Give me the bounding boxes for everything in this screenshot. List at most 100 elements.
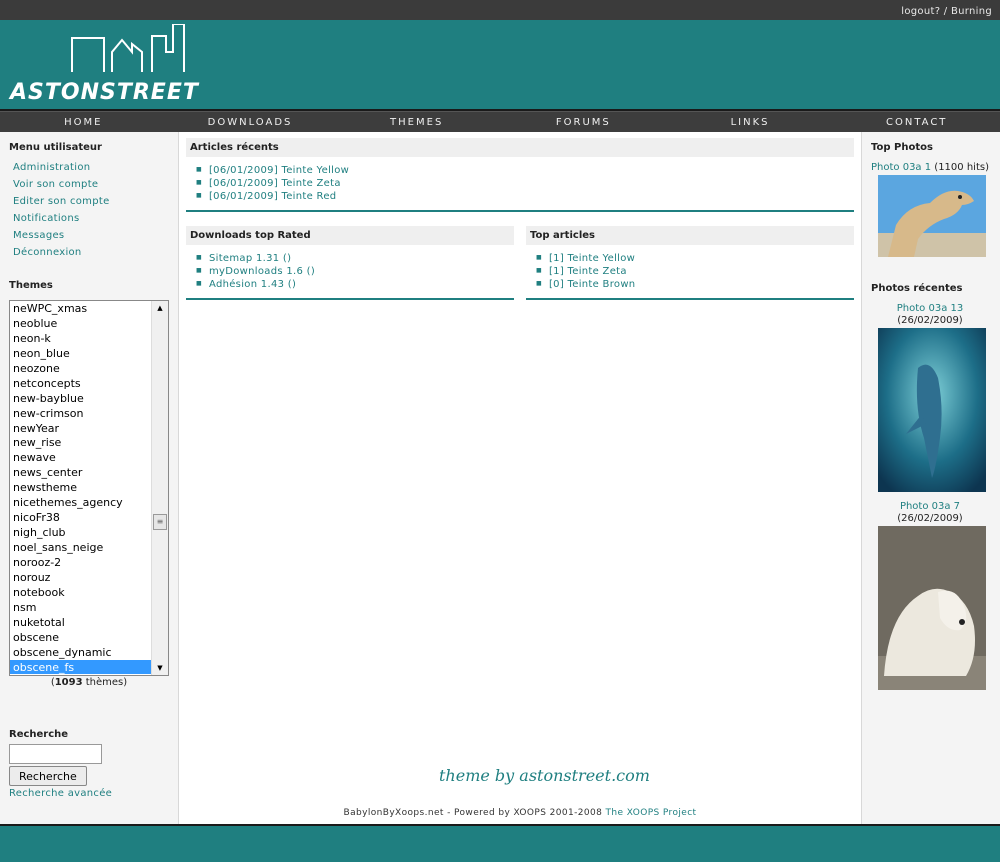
list-item[interactable]: [06/01/2009] Teinte Zeta (196, 178, 854, 191)
scroll-thumb[interactable]: ≡ (153, 514, 167, 530)
list-item[interactable]: [06/01/2009] Teinte Red (196, 191, 854, 204)
theme-option[interactable]: newave (10, 450, 168, 465)
theme-option[interactable]: newstheme (10, 480, 168, 495)
theme-option[interactable]: nicoFr38 (10, 510, 168, 525)
nav-links[interactable]: LINKS (667, 112, 834, 132)
recent-article-link[interactable]: [06/01/2009] Teinte Yellow (209, 165, 349, 176)
recent-photo-link[interactable]: Photo 03a 13 (897, 303, 963, 314)
recent-photo-link[interactable]: Photo 03a 7 (900, 501, 960, 512)
main-nav: HOME DOWNLOADS THEMES FORUMS LINKS CONTA… (0, 111, 1000, 132)
username-link[interactable]: Burning (951, 6, 992, 17)
nav-home[interactable]: HOME (0, 112, 167, 132)
theme-option[interactable]: nuketotal (10, 615, 168, 630)
nav-forums[interactable]: FORUMS (500, 112, 667, 132)
nav-contact[interactable]: CONTACT (833, 112, 1000, 132)
download-link[interactable]: Sitemap 1.31 () (209, 253, 291, 264)
recent-photo-date: (26/02/2009) (897, 315, 963, 326)
theme-option[interactable]: new-crimson (10, 406, 168, 421)
search-input[interactable] (9, 744, 102, 764)
recent-article-link[interactable]: [06/01/2009] Teinte Red (209, 191, 336, 202)
downloads-title: Downloads top Rated (186, 226, 514, 245)
search-button[interactable]: Recherche (9, 766, 87, 786)
top-photo-hits: (1100 hits) (934, 162, 989, 173)
theme-option[interactable]: neon_blue (10, 346, 168, 361)
recent-article-link[interactable]: [06/01/2009] Teinte Zeta (209, 178, 341, 189)
theme-option[interactable]: neozone (10, 361, 168, 376)
recent-photo-caption: Photo 03a 13 (26/02/2009) (871, 303, 989, 327)
themes-scrollbar[interactable]: ▲ ≡ ▼ (151, 301, 168, 675)
menu-notifications[interactable]: Notifications (13, 213, 178, 224)
scroll-up-icon[interactable]: ▲ (152, 301, 168, 315)
theme-option[interactable]: nicethemes_agency (10, 495, 168, 510)
themes-title: Themes (9, 280, 53, 291)
theme-option[interactable]: nigh_club (10, 525, 168, 540)
downloads-block: Downloads top Rated Sitemap 1.31 () myDo… (186, 226, 514, 300)
dolphin-photo[interactable] (878, 328, 986, 492)
top-articles-title: Top articles (526, 226, 854, 245)
theme-option[interactable]: nsm (10, 600, 168, 615)
theme-option[interactable]: newYear (10, 421, 168, 436)
user-menu: Administration Voir son compte Editer so… (9, 162, 178, 258)
advanced-search-link[interactable]: Recherche avancée (9, 788, 112, 799)
theme-option[interactable]: neon-k (10, 331, 168, 346)
xoops-project-link[interactable]: The XOOPS Project (606, 808, 697, 818)
theme-option[interactable]: notebook (10, 585, 168, 600)
theme-option[interactable]: netconcepts (10, 376, 168, 391)
list-item[interactable]: [0] Teinte Brown (536, 279, 854, 292)
theme-option[interactable]: neWPC_xmas (10, 301, 168, 316)
logout-link[interactable]: logout? (901, 6, 940, 17)
top-photo-link[interactable]: Photo 03a 1 (871, 162, 931, 173)
search-block: Recherche Recherche Recherche avancée (9, 729, 112, 799)
recent-photos-title: Photos récentes (871, 283, 963, 294)
list-item[interactable]: Sitemap 1.31 () (196, 253, 514, 266)
footer-copyright: BabylonByXoops.net - Powered by XOOPS 20… (179, 808, 861, 818)
download-link[interactable]: myDownloads 1.6 () (209, 266, 315, 277)
themes-count-label: thèmes (85, 677, 124, 688)
recent-articles-title: Articles récents (186, 138, 854, 157)
left-sidebar: Menu utilisateur Administration Voir son… (0, 132, 179, 824)
menu-view-account[interactable]: Voir son compte (13, 179, 178, 190)
nav-downloads[interactable]: DOWNLOADS (167, 112, 334, 132)
list-item[interactable]: Adhésion 1.43 () (196, 279, 514, 292)
polar-bear-photo[interactable] (878, 526, 986, 690)
menu-administration[interactable]: Administration (13, 162, 178, 173)
download-link[interactable]: Adhésion 1.43 () (209, 279, 296, 290)
skyline-logo-icon[interactable] (8, 24, 268, 84)
top-article-link[interactable]: [1] Teinte Zeta (549, 266, 627, 277)
theme-option[interactable]: neoblue (10, 316, 168, 331)
list-item[interactable]: [1] Teinte Yellow (536, 253, 854, 266)
themes-listbox[interactable]: neWPC_xmas neoblue neon-k neon_blue neozone n… (9, 300, 169, 676)
menu-logout[interactable]: Déconnexion (13, 247, 178, 258)
list-item[interactable]: [1] Teinte Zeta (536, 266, 854, 279)
theme-signature: theme by astonstreet.com (439, 766, 650, 785)
theme-option[interactable]: norooz-2 (10, 555, 168, 570)
theme-option[interactable]: new_rise (10, 435, 168, 450)
right-sidebar: Top Photos Photo 03a 1 (1100 hits) Photo… (861, 132, 1000, 824)
top-article-link[interactable]: [1] Teinte Yellow (549, 253, 635, 264)
topbar-separator: / (943, 6, 948, 17)
nav-themes[interactable]: THEMES (333, 112, 500, 132)
theme-option[interactable]: noel_sans_neige (10, 540, 168, 555)
top-article-link[interactable]: [0] Teinte Brown (549, 279, 635, 290)
theme-option[interactable]: obscene (10, 630, 168, 645)
scroll-down-icon[interactable]: ▼ (152, 661, 168, 675)
theme-option[interactable]: norouz (10, 570, 168, 585)
theme-option[interactable]: obscene_fs (10, 659, 168, 675)
top-articles-block: Top articles [1] Teinte Yellow [1] Teint… (526, 226, 854, 300)
menu-messages[interactable]: Messages (13, 230, 178, 241)
recent-photo-date: (26/02/2009) (897, 513, 963, 524)
menu-edit-account[interactable]: Editer son compte (13, 196, 178, 207)
top-bar: logout? / Burning (0, 0, 1000, 20)
themes-count: (1093 thèmes) (50, 677, 128, 688)
camel-photo[interactable] (878, 175, 986, 257)
recent-articles-block: Articles récents [06/01/2009] Teinte Yel… (186, 138, 854, 212)
themes-block: Themes neWPC_xmas neoblue neon-k neon_blue n… (9, 280, 178, 688)
brand-name[interactable]: ASTONSTREET (10, 80, 199, 105)
theme-option[interactable]: new-bayblue (10, 391, 168, 406)
list-item[interactable]: myDownloads 1.6 () (196, 266, 514, 279)
theme-option[interactable]: news_center (10, 465, 168, 480)
bottom-band (0, 824, 1000, 860)
list-item[interactable]: [06/01/2009] Teinte Yellow (196, 165, 854, 178)
theme-option[interactable]: obscene_dynamic (10, 645, 168, 660)
top-photo-caption: Photo 03a 1 (1100 hits) (871, 162, 989, 174)
